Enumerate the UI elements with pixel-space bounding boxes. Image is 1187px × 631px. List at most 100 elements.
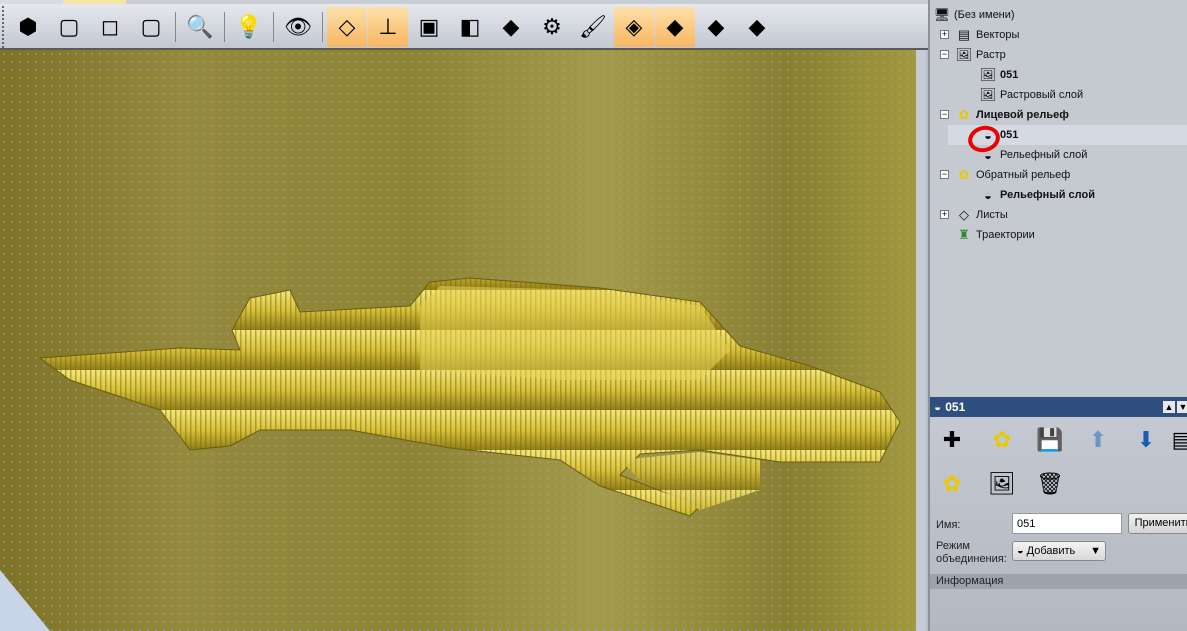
box-open-button[interactable]: ▣ bbox=[409, 7, 449, 47]
view-iso-icon: ⬢ bbox=[18, 14, 38, 39]
save-relief-button[interactable]: 💾 bbox=[1034, 425, 1066, 455]
relief-plane-button[interactable]: ◆ bbox=[491, 7, 531, 47]
tree-item-raster-layer[interactable]: 🖼 Растровый слой bbox=[980, 85, 1083, 105]
view-wireframe-2-button[interactable]: ▢ bbox=[131, 7, 171, 47]
vectors-layer-icon: ◈ bbox=[625, 14, 643, 39]
3d-viewport[interactable] bbox=[0, 50, 926, 631]
tree-item-back-relief[interactable]: ✿ Обратный рельеф bbox=[956, 165, 1071, 185]
expand-vectors[interactable]: + bbox=[940, 30, 949, 39]
tree-label: Рельефный слой bbox=[1000, 149, 1088, 161]
roll-button[interactable]: ◧ bbox=[450, 7, 490, 47]
tree-item-raster[interactable]: 🖼 Растр bbox=[956, 45, 1006, 65]
copy-relief-button[interactable]: ▤ bbox=[1166, 425, 1187, 455]
scene-corner bbox=[0, 570, 50, 631]
tree-item-sheets[interactable]: ◇ Листы bbox=[956, 205, 1008, 225]
tree-label: Листы bbox=[976, 209, 1008, 221]
tree-label: Рельефный слой bbox=[1000, 189, 1095, 201]
tab-1[interactable] bbox=[0, 0, 63, 4]
plane-button[interactable]: ◇ bbox=[327, 7, 367, 47]
tab-2[interactable] bbox=[63, 0, 126, 4]
expand-sheets[interactable]: + bbox=[940, 210, 949, 219]
relief-model bbox=[0, 277, 901, 631]
axes-button[interactable]: ⊥ bbox=[368, 7, 408, 47]
tree-item-front-relief[interactable]: ✿ Лицевой рельеф bbox=[956, 105, 1069, 125]
tree-label: (Без имени) bbox=[954, 9, 1015, 21]
mode-label-2: объединения: bbox=[936, 553, 1007, 565]
tree-label: Траектории bbox=[976, 229, 1035, 241]
collapse-front-relief[interactable]: − bbox=[940, 110, 949, 119]
toolbar-separator bbox=[175, 12, 176, 42]
flower-icon: ✿ bbox=[958, 107, 970, 122]
red-layers-icon: ◆ bbox=[707, 14, 725, 39]
heatmap-icon: ◆ bbox=[748, 14, 766, 39]
light-bulb-icon: 💡 bbox=[235, 14, 263, 39]
chevron-down-icon: ▼ bbox=[1090, 545, 1101, 557]
tree-item-back-relief-layer[interactable]: ◒ Рельефный слой bbox=[980, 185, 1095, 205]
combine-mode-dropdown[interactable]: ◒ Добавить ▼ bbox=[1012, 541, 1106, 561]
flower-icon: ✿ bbox=[958, 167, 970, 182]
info-section-header[interactable]: Информация bbox=[930, 574, 1187, 589]
tree-label: Обратный рельеф bbox=[976, 169, 1071, 181]
sheets-icon: ◇ bbox=[959, 207, 969, 222]
toolbar-separator bbox=[224, 12, 225, 42]
menu-icon[interactable]: ▼ bbox=[1177, 401, 1187, 413]
open-relief-button[interactable]: ✿ bbox=[986, 425, 1018, 455]
relief-layer-icon: ◒ bbox=[984, 187, 992, 203]
mode-label: Режим bbox=[936, 540, 970, 552]
tree-item-raster-051[interactable]: 🖼 051 bbox=[979, 65, 1019, 85]
heatmap-button[interactable]: ◆ bbox=[737, 7, 777, 47]
move-up-button[interactable]: ⬆ bbox=[1082, 425, 1114, 455]
vectors-layer-button[interactable]: ◈ bbox=[614, 7, 654, 47]
layers-button[interactable]: ◆ bbox=[655, 7, 695, 47]
zoom-icon: 🔍 bbox=[186, 14, 214, 39]
collapse-back-relief[interactable]: − bbox=[940, 170, 949, 179]
pin-icon[interactable]: ▲ bbox=[1163, 401, 1175, 413]
tree-item-toolpaths[interactable]: ♜ Траектории bbox=[956, 225, 1035, 245]
right-panel: 🖥 (Без имени) + ▤ Векторы − 🖼 Растр 🖼 051 🖼 Р… bbox=[928, 0, 1187, 631]
layer-properties-panel: ◒ 051 ▲▼ ✚ ✿ 💾 ⬆ ⬇ ▤ ✿ 🖼 🗑 Имя: Применит… bbox=[930, 397, 1187, 631]
relief-plane-icon: ◆ bbox=[502, 14, 520, 39]
panel-header: ◒ 051 ▲ ▼ bbox=[930, 397, 1187, 417]
layers-icon: ◆ bbox=[666, 14, 684, 39]
name-label: Имя: bbox=[936, 519, 961, 531]
tool-button[interactable]: ⚙ bbox=[532, 7, 572, 47]
move-down-button[interactable]: ⬇ bbox=[1130, 425, 1162, 455]
replace-relief-button[interactable]: ✿ bbox=[936, 469, 968, 499]
apply-button[interactable]: Применить bbox=[1128, 513, 1187, 534]
view-wireframe-1-icon: ▢ bbox=[58, 14, 80, 39]
roll-icon: ◧ bbox=[459, 14, 481, 39]
delete-relief-button[interactable]: 🗑 bbox=[1034, 469, 1066, 499]
tree-item-front-relief-layer[interactable]: ◒ Рельефный слой bbox=[980, 145, 1087, 165]
view-toolbar: ⬢ ▢ ◻ ▢ 🔍 💡 👁 ◇ ⊥ ▣ ◧ ◆ ⚙ 🖌 ◈ ◆ ◆ ◆ bbox=[2, 6, 777, 48]
red-layers-button[interactable]: ◆ bbox=[696, 7, 736, 47]
tree-item-vectors[interactable]: ▤ Векторы bbox=[956, 25, 1020, 45]
top-toolbar-area: ⬢ ▢ ◻ ▢ 🔍 💡 👁 ◇ ⊥ ▣ ◧ ◆ ⚙ 🖌 ◈ ◆ ◆ ◆ bbox=[0, 0, 928, 50]
project-icon: 🖥 bbox=[933, 7, 951, 22]
view-box-button[interactable]: ◻ bbox=[90, 7, 130, 47]
toolbar-separator bbox=[322, 12, 323, 42]
relief-add-icon: ◒ bbox=[1017, 545, 1024, 557]
zoom-button[interactable]: 🔍 bbox=[180, 7, 220, 47]
eye-button[interactable]: 👁 bbox=[278, 7, 318, 47]
tool-icon: ⚙ bbox=[542, 14, 562, 39]
tree-root[interactable]: 🖥 (Без имени) bbox=[934, 5, 1015, 25]
paint-brush-button[interactable]: 🖌 bbox=[573, 7, 613, 47]
tree-label: 051 bbox=[1000, 69, 1019, 81]
tree-label: 051 bbox=[1000, 129, 1019, 141]
add-relief-button[interactable]: ✚ bbox=[936, 425, 968, 455]
tree-label: Растровый слой bbox=[1000, 89, 1084, 101]
name-input[interactable] bbox=[1012, 513, 1122, 534]
view-wireframe-1-button[interactable]: ▢ bbox=[49, 7, 89, 47]
collapse-raster[interactable]: − bbox=[940, 50, 949, 59]
paint-brush-icon: 🖌 bbox=[579, 14, 607, 39]
mona-lisa-icon: 🖼 bbox=[979, 87, 997, 102]
project-tree: 🖥 (Без имени) + ▤ Векторы − 🖼 Растр 🖼 051 🖼 Р… bbox=[930, 0, 1187, 395]
mode-value: Добавить bbox=[1026, 545, 1076, 557]
relief-from-image-button[interactable]: 🖼 bbox=[986, 469, 1018, 499]
mona-lisa-icon: 🖼 bbox=[979, 67, 997, 82]
view-wireframe-2-icon: ▢ bbox=[140, 14, 162, 39]
light-bulb-button[interactable]: 💡 bbox=[229, 7, 269, 47]
view-iso-button[interactable]: ⬢ bbox=[8, 7, 48, 47]
tree-label: Растр bbox=[976, 49, 1006, 61]
toolbar-separator bbox=[273, 12, 274, 42]
